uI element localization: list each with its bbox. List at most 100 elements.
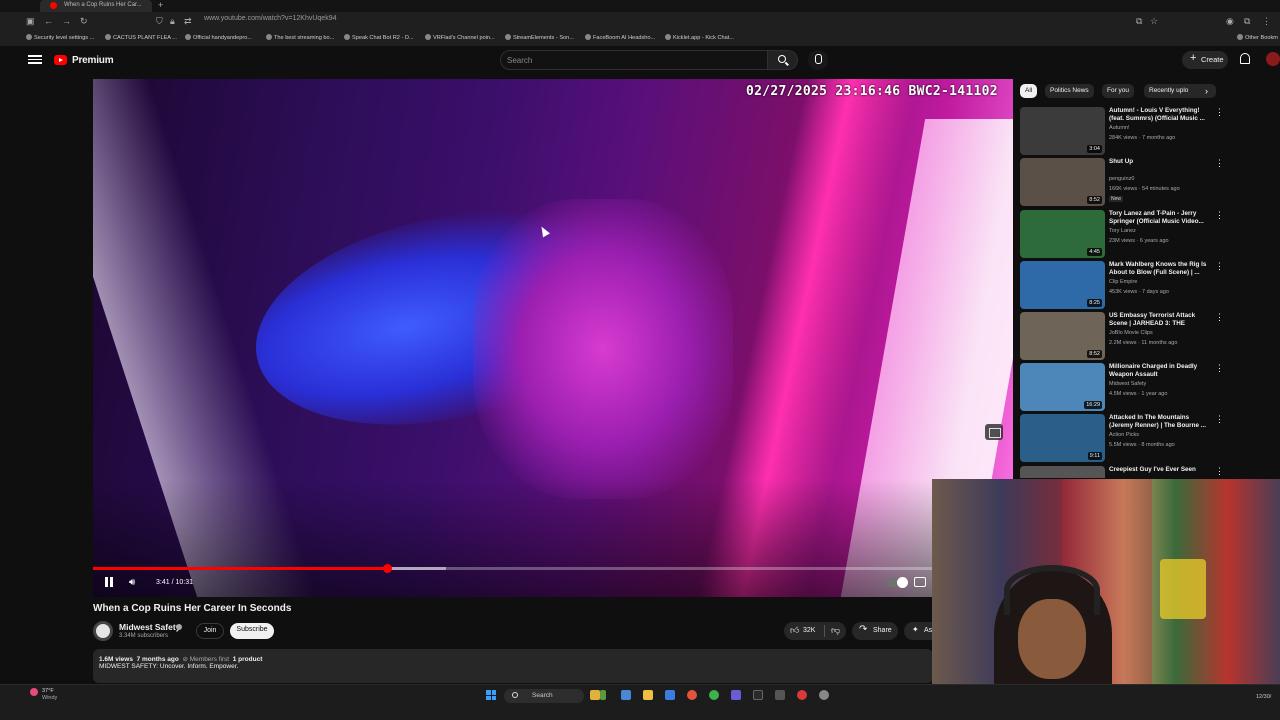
more-options-icon[interactable]: ⋮	[1215, 466, 1220, 477]
subscribe-button[interactable]: Subscribe	[230, 623, 274, 639]
notifications-bell-icon[interactable]	[1240, 53, 1250, 64]
share-button[interactable]: ↷ Share	[852, 622, 898, 640]
recommended-title[interactable]: Mark Wahlberg Knows the Rig Is About to …	[1109, 261, 1209, 277]
file-explorer-icon[interactable]	[590, 690, 600, 700]
other-bookmarks[interactable]: Other Bookm	[1237, 34, 1278, 41]
recommended-video[interactable]: 3:04 Autumn! - Louis V Everything! (feat.…	[1020, 107, 1224, 155]
recommended-video[interactable]: 8:52 Shut Up penguinz0 166K views · 54 minu…	[1020, 158, 1224, 206]
recommended-channel[interactable]: Action Picks	[1109, 432, 1139, 438]
app-icon[interactable]	[600, 690, 606, 700]
chip-politics-news[interactable]: Politics News	[1045, 84, 1094, 98]
autoplay-toggle[interactable]	[886, 577, 908, 588]
browser-tab[interactable]: When a Cop Ruins Her Car...	[40, 0, 152, 12]
app-icon[interactable]	[797, 690, 807, 700]
more-options-icon[interactable]: ⋮	[1215, 363, 1224, 374]
store-icon[interactable]	[665, 690, 675, 700]
more-options-icon[interactable]: ⋮	[1215, 261, 1224, 272]
bookmark-item[interactable]: Security level settings ...	[26, 34, 94, 41]
bookmark-item[interactable]: Speak Chat Bot R2 - D...	[344, 34, 414, 41]
recommended-title[interactable]: US Embassy Terrorist Attack Scene | JARH…	[1109, 312, 1209, 328]
video-thumbnail[interactable]: 9:11	[1020, 414, 1105, 462]
more-options-icon[interactable]: ⋮	[1215, 414, 1224, 425]
recommended-channel[interactable]: Autumn!	[1109, 125, 1129, 131]
search-button[interactable]	[768, 50, 798, 70]
bookmark-item[interactable]: The best streaming bo...	[266, 34, 334, 41]
recommended-video[interactable]: 4:45 Tory Lanez and T-Pain - Jerry Spring…	[1020, 210, 1224, 258]
cast-icon[interactable]: ⧉	[1136, 15, 1142, 27]
reload-icon[interactable]: ↻	[80, 15, 88, 27]
chip-for-you[interactable]: For you	[1102, 84, 1135, 98]
shield-icon[interactable]: ⛉	[156, 15, 163, 27]
more-options-icon[interactable]: ⋮	[1215, 107, 1224, 118]
recommended-channel[interactable]: Midwest Safety	[1109, 381, 1146, 387]
tune-icon[interactable]: ⇄	[184, 15, 192, 27]
bookmark-item[interactable]: StreamElements - Son...	[505, 34, 574, 41]
recommended-video[interactable]: Creepiest Guy I've Ever Seen ⋮	[1020, 466, 1220, 478]
captions-icon[interactable]	[914, 577, 926, 587]
search-input[interactable]: Search	[500, 50, 768, 70]
recommended-channel[interactable]: Clip Empire	[1109, 279, 1137, 285]
more-options-icon[interactable]: ⋮	[1215, 210, 1224, 221]
dislike-icon[interactable]: 👎︎	[831, 625, 840, 636]
recommended-channel[interactable]: Tory Lanez	[1109, 228, 1136, 234]
chevron-right-icon[interactable]: ›	[1205, 86, 1208, 96]
menu-icon[interactable]: ⋮	[1262, 15, 1271, 27]
task-view-icon[interactable]	[621, 690, 631, 700]
firefox-icon[interactable]	[687, 690, 697, 700]
join-button[interactable]: Join	[196, 623, 224, 639]
bookmark-item[interactable]: VRFlad's Channel poin...	[425, 34, 495, 41]
back-icon[interactable]: ←	[44, 15, 53, 27]
video-thumbnail[interactable]: 16:29	[1020, 363, 1105, 411]
recommended-video[interactable]: 8:52 US Embassy Terrorist Attack Scene | …	[1020, 312, 1224, 360]
create-button[interactable]: + Create	[1182, 51, 1228, 69]
recommended-title[interactable]: Millionaire Charged in Deadly Weapon Ass…	[1109, 363, 1209, 379]
video-thumbnail[interactable]: 8:25	[1020, 261, 1105, 309]
bookmark-item[interactable]: Kicklet.app - Kick Chat...	[665, 34, 734, 41]
recommended-title[interactable]: Autumn! - Louis V Everything! (feat. Sum…	[1109, 107, 1209, 123]
bookmark-item[interactable]: Official handyandepro...	[185, 34, 252, 41]
like-icon[interactable]: 👍︎	[790, 625, 799, 636]
folder-icon[interactable]	[643, 690, 653, 700]
like-count[interactable]: 32K	[803, 627, 815, 634]
channel-avatar[interactable]	[93, 621, 113, 641]
bookmark-item[interactable]: FaceBoom AI Headsho...	[585, 34, 655, 41]
account-avatar[interactable]	[1266, 52, 1280, 66]
extensions-icon[interactable]: ⧉	[1244, 15, 1250, 27]
channel-name[interactable]: Midwest Safety	[119, 622, 180, 632]
weather-widget[interactable]: 37°F Windy	[30, 688, 57, 702]
chip-all[interactable]: All	[1020, 84, 1038, 98]
volume-icon[interactable]: 🔊︎	[129, 577, 135, 588]
youtube-logo[interactable]: Premium	[54, 53, 114, 67]
bookmark-item[interactable]: CACTUS PLANT FLEA ...	[105, 34, 177, 41]
obs-icon[interactable]	[753, 690, 763, 700]
recommended-title[interactable]: Creepiest Guy I've Ever Seen	[1109, 466, 1209, 474]
address-bar[interactable]: www.youtube.com/watch?v=12KhvUqek94	[204, 15, 337, 22]
recommended-video[interactable]: 8:25 Mark Wahlberg Knows the Rig Is About…	[1020, 261, 1224, 309]
video-player[interactable]	[93, 79, 1013, 597]
video-thumbnail[interactable]	[1020, 466, 1105, 478]
scrubber-handle[interactable]	[383, 564, 392, 573]
new-tab-icon[interactable]: +	[158, 0, 163, 10]
taskbar-search[interactable]: Search	[504, 689, 584, 703]
recommended-channel[interactable]: JoBlo Movie Clips	[1109, 330, 1153, 336]
hamburger-menu-icon[interactable]	[28, 53, 42, 65]
voice-search-icon[interactable]	[808, 50, 828, 70]
pause-icon[interactable]	[104, 577, 114, 587]
video-thumbnail[interactable]: 8:52	[1020, 312, 1105, 360]
recommended-channel[interactable]: penguinz0	[1109, 176, 1134, 182]
chrome-icon[interactable]	[709, 690, 719, 700]
windows-start-icon[interactable]	[486, 690, 496, 700]
terminal-icon[interactable]	[775, 690, 785, 700]
recommended-title[interactable]: Tory Lanez and T-Pain - Jerry Springer (…	[1109, 210, 1209, 226]
video-thumbnail[interactable]: 3:04	[1020, 107, 1105, 155]
bookmark-star-icon[interactable]: ☆	[1150, 15, 1158, 27]
video-thumbnail[interactable]: 8:52	[1020, 158, 1105, 206]
more-options-icon[interactable]: ⋮	[1215, 312, 1224, 323]
sidebar-toggle-icon[interactable]: ▣	[26, 15, 35, 27]
recommended-video[interactable]: 9:11 Attacked In The Mountains (Jeremy Re…	[1020, 414, 1224, 462]
recommended-video[interactable]: 16:29 Millionaire Charged in Deadly Weapo…	[1020, 363, 1224, 411]
discord-icon[interactable]	[731, 690, 741, 700]
recommended-title[interactable]: Shut Up	[1109, 158, 1209, 166]
miniplayer-icon[interactable]	[985, 424, 1003, 440]
forward-icon[interactable]: →	[62, 15, 71, 27]
